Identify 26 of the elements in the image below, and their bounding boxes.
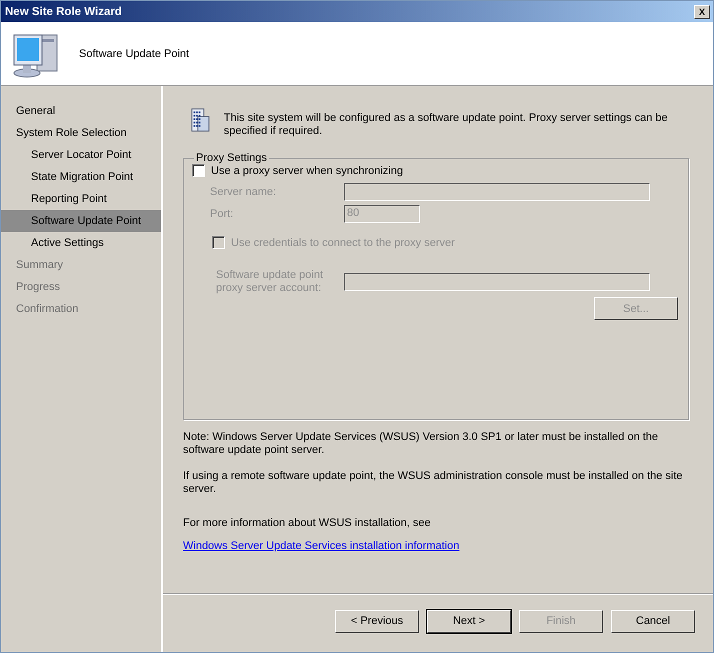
checkbox-label: Use credentials to connect to the proxy server xyxy=(231,236,455,248)
wizard-step[interactable]: State Migration Point xyxy=(1,166,161,188)
server-icon xyxy=(191,106,210,134)
note-text: Note: Windows Server Update Services (WSUS) Version 3.0 SP1 or later must be installed on the software update point server. xyxy=(183,431,660,457)
wizard-step[interactable]: General xyxy=(1,100,161,122)
field-label: Port: xyxy=(210,208,234,220)
wizard-step[interactable]: Software Update Point xyxy=(1,210,161,232)
group-title: Proxy Settings xyxy=(195,152,268,164)
wizard-step[interactable]: Server Locator Point xyxy=(1,144,161,166)
wizard-button[interactable]: Next > xyxy=(427,610,511,632)
wsus-info-link[interactable]: Windows Server Update Services installation information xyxy=(183,540,460,552)
page-title: Software Update Point xyxy=(79,48,190,60)
checkbox[interactable] xyxy=(192,164,205,177)
field-label: Server name: xyxy=(210,186,278,198)
wizard-button[interactable]: Cancel xyxy=(611,610,695,632)
close-button[interactable]: X xyxy=(694,4,710,18)
wizard-step[interactable]: System Role Selection xyxy=(1,122,161,144)
intro-text: This site system will be configured as a software update point. Proxy server settings can be specified if required. xyxy=(224,112,669,138)
wizard-button[interactable]: < Previous xyxy=(335,610,419,632)
window-title: New Site Role Wizard xyxy=(5,6,122,18)
field-label: Software update point proxy server account: xyxy=(216,269,324,295)
checkbox-label: Use a proxy server when synchronizing xyxy=(211,164,403,176)
note-text: If using a remote software update point, the WSUS administration console must be installed on the site server. xyxy=(183,470,684,496)
wizard-step[interactable]: Reporting Point xyxy=(1,188,161,210)
wizard-step[interactable]: Active Settings xyxy=(1,232,161,254)
info-text: For more information about WSUS installation, see xyxy=(183,517,432,530)
